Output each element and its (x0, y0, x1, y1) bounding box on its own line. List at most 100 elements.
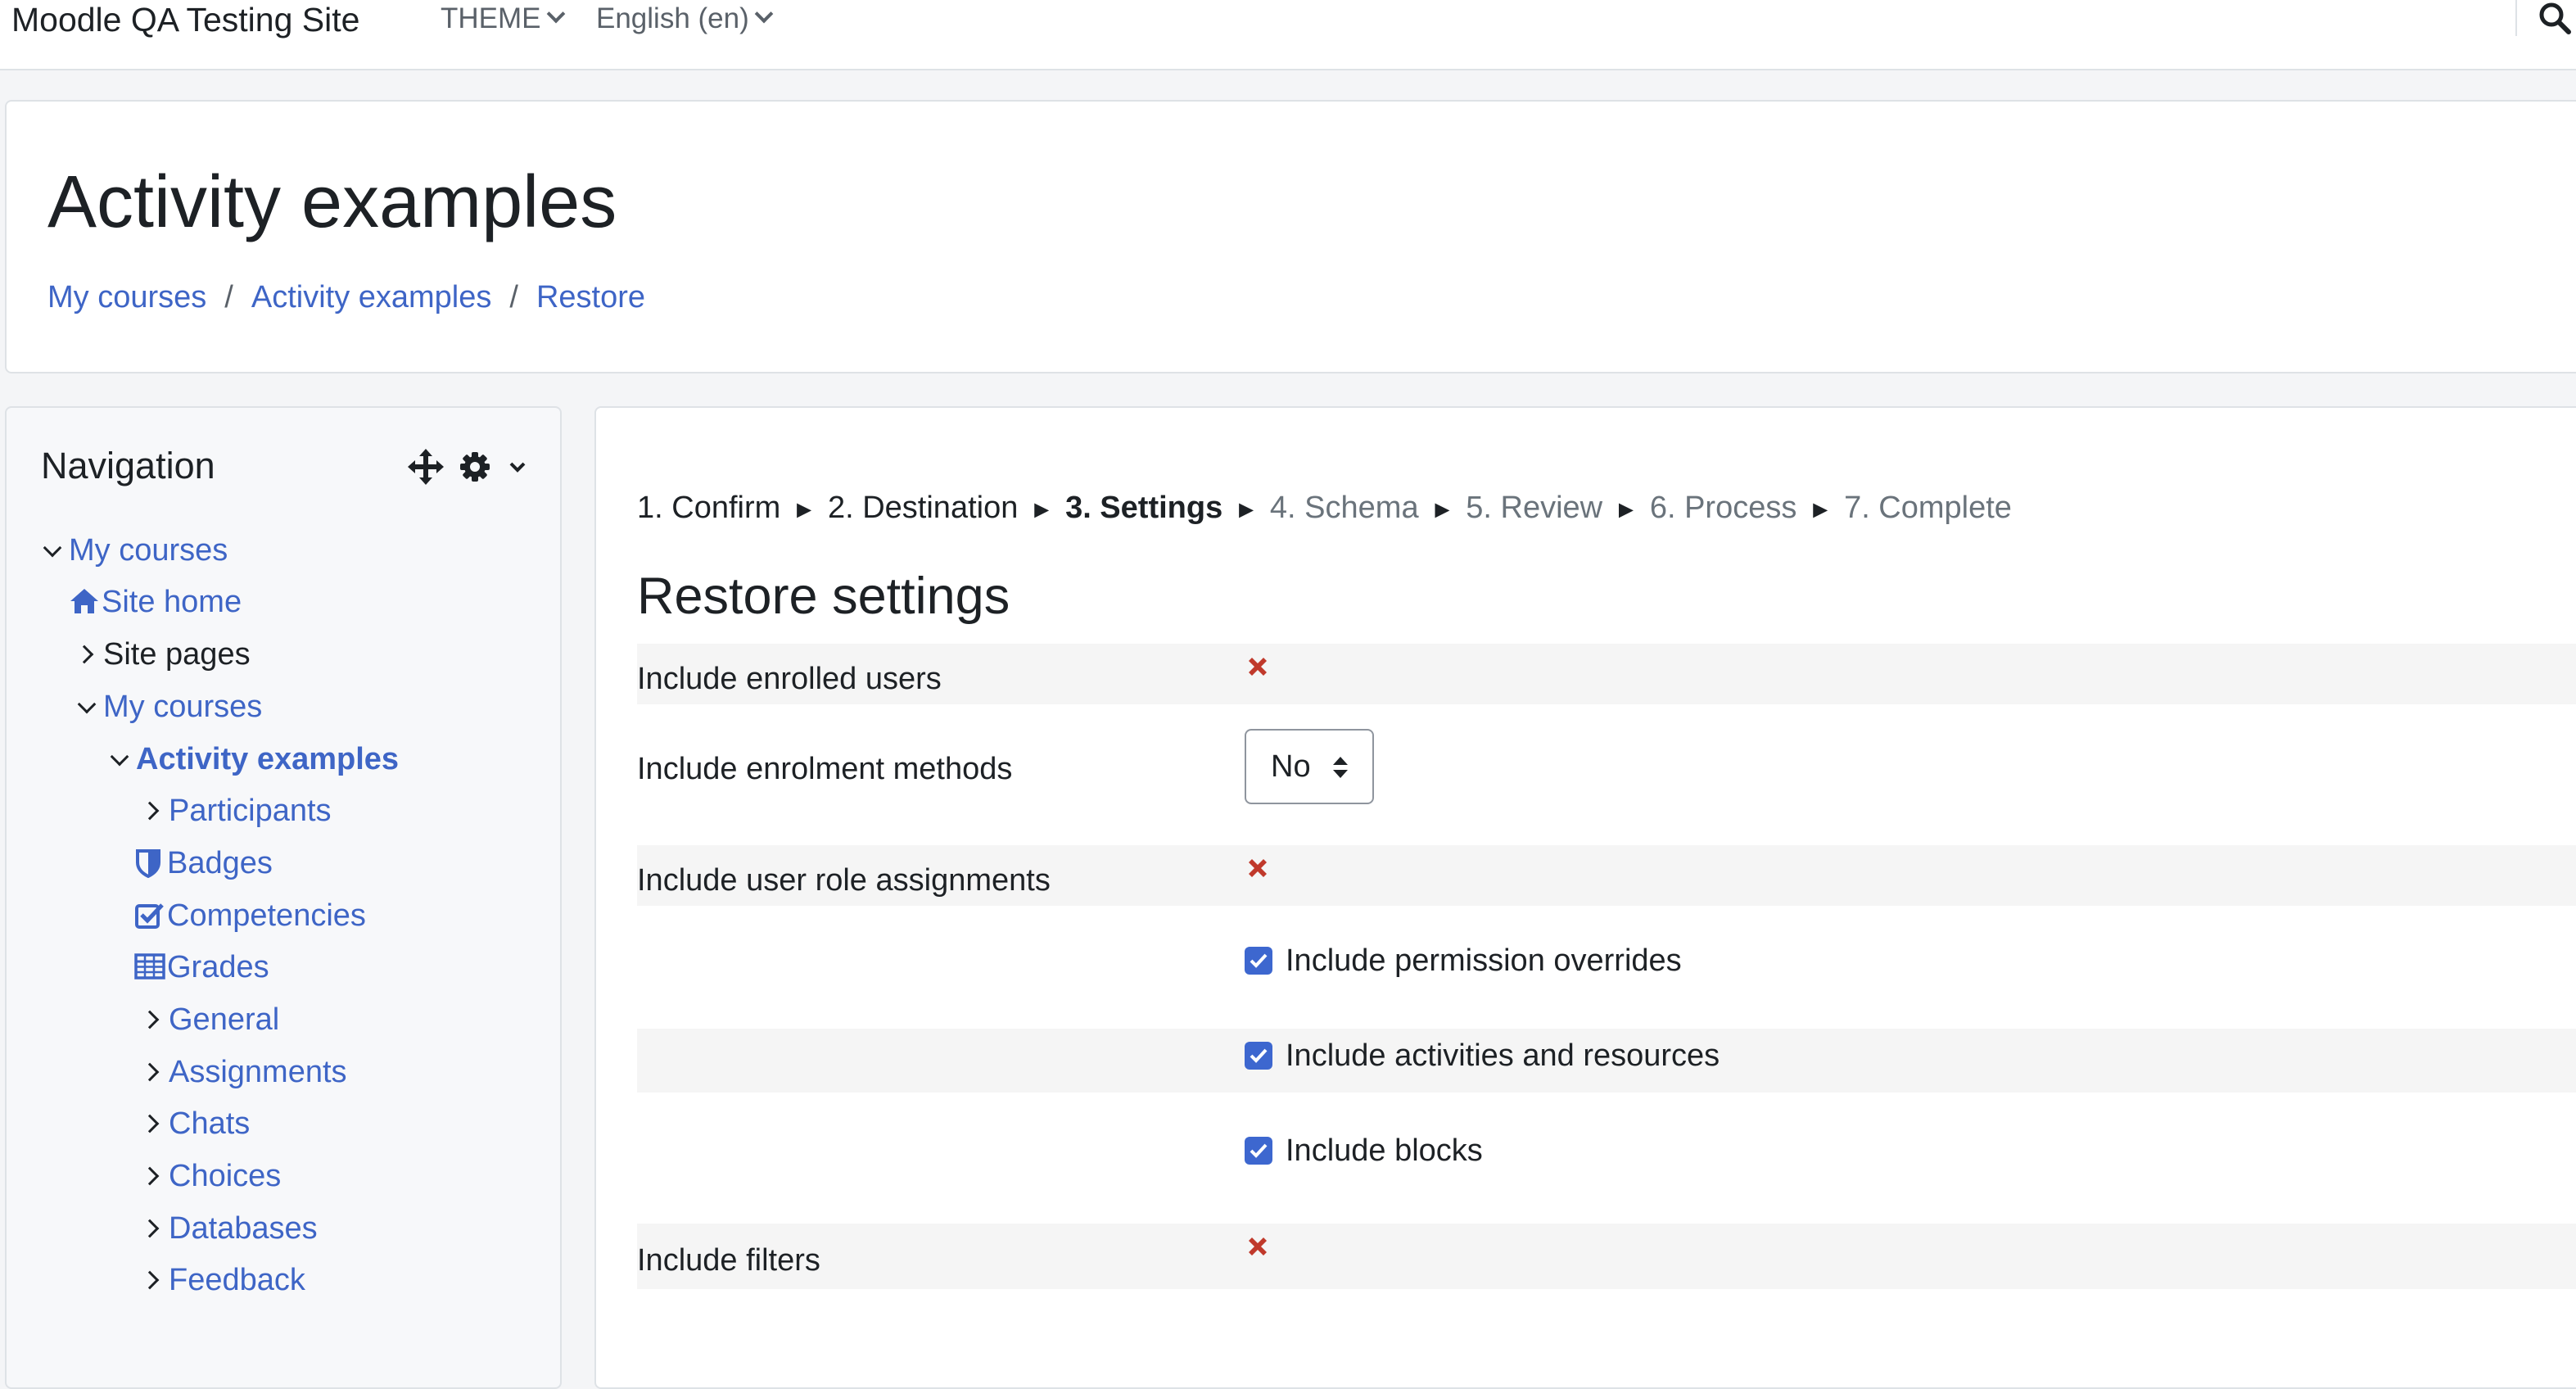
chevron-right-icon (75, 631, 103, 677)
chevron-right-icon (141, 1101, 169, 1147)
step-arrow-icon: ► (1234, 496, 1259, 523)
nav-item-activity-examples[interactable]: Activity examples (108, 736, 399, 782)
nav-item-my-courses-root[interactable]: My courses (41, 527, 228, 573)
setting-label: Include user role assignments (637, 863, 1051, 898)
chevron-down-icon[interactable] (506, 449, 529, 485)
checkbox-label[interactable]: Include blocks (1286, 1132, 1483, 1170)
nav-item-label: General (169, 1002, 280, 1037)
step-schema: 4. Schema (1269, 491, 1419, 525)
enrolment-methods-select[interactable]: No (1245, 729, 1374, 804)
language-menu-label: English (en) (596, 2, 749, 34)
nav-item-label: My courses (69, 533, 228, 568)
chevron-right-icon (141, 788, 169, 834)
nav-item-label: Site home (102, 585, 242, 619)
step-arrow-icon: ► (1029, 496, 1055, 523)
cross-icon (1245, 855, 1271, 881)
chevron-right-icon (141, 1153, 169, 1199)
nav-item-site-home[interactable]: Site home (69, 579, 242, 625)
nav-item-label: Badges (167, 846, 273, 880)
nav-item-feedback[interactable]: Feedback (141, 1257, 305, 1303)
step-complete: 7. Complete (1844, 491, 2012, 525)
chevron-right-icon (141, 1257, 169, 1303)
nav-item-competencies[interactable]: Competencies (134, 893, 366, 939)
home-icon (69, 579, 102, 625)
nav-item-chats[interactable]: Chats (141, 1101, 250, 1147)
nav-item-label: Feedback (169, 1263, 305, 1297)
nav-item-label: Assignments (169, 1055, 347, 1089)
restore-settings-heading: Restore settings (637, 568, 1010, 625)
checkbox-label[interactable]: Include permission overrides (1286, 942, 1682, 980)
setting-enrolment-methods: Include enrolment methods No (637, 717, 2576, 816)
setting-activities: Include activities and resources (637, 1029, 2576, 1093)
setting-label: Include enrolment methods (637, 752, 1013, 786)
step-arrow-icon: ► (1430, 496, 1455, 523)
navigation-title: Navigation (41, 445, 215, 486)
nav-item-label: My courses (103, 690, 263, 724)
nav-item-label: Chats (169, 1106, 251, 1141)
permission-overrides-checkbox[interactable] (1245, 947, 1272, 975)
page-title: Activity examples (47, 161, 617, 243)
gear-icon[interactable] (457, 449, 493, 485)
setting-blocks: Include blocks (637, 1096, 2576, 1219)
step-arrow-icon: ► (1808, 496, 1833, 523)
cross-icon (1245, 1233, 1271, 1260)
step-settings: 3. Settings (1065, 491, 1223, 525)
main-content: 1. Confirm ► 2. Destination ► 3. Settings ► 4.… (594, 406, 2576, 1389)
site-name[interactable]: Moodle QA Testing Site (11, 0, 359, 39)
chevron-right-icon (141, 997, 169, 1043)
nav-item-grades[interactable]: Grades (134, 944, 269, 990)
nav-item-label: Grades (167, 950, 269, 984)
table-icon (134, 944, 167, 990)
breadcrumb-restore[interactable]: Restore (536, 280, 645, 314)
step-arrow-icon: ► (1614, 496, 1638, 523)
nav-item-label: Participants (169, 794, 332, 828)
step-review: 5. Review (1466, 491, 1603, 525)
nav-item-label: Site pages (103, 637, 251, 672)
top-navbar: Moodle QA Testing Site THEME English (en… (0, 0, 2576, 70)
setting-enrolled-users: Include enrolled users (637, 644, 2576, 704)
breadcrumb-separator: / (224, 280, 233, 314)
move-icon[interactable] (408, 449, 444, 485)
step-destination: 2. Destination (827, 491, 1019, 525)
setting-role-assignments: Include user role assignments (637, 845, 2576, 906)
breadcrumb-activity-examples[interactable]: Activity examples (251, 280, 492, 314)
blocks-checkbox[interactable] (1245, 1137, 1272, 1165)
nav-item-general[interactable]: General (141, 997, 279, 1043)
nav-item-choices[interactable]: Choices (141, 1153, 281, 1199)
page-header: Activity examples My courses / Activity ex… (5, 100, 2576, 373)
language-menu[interactable]: English (en) (596, 0, 774, 38)
breadcrumb-separator: / (509, 280, 518, 314)
step-process: 6. Process (1649, 491, 1797, 525)
theme-menu-label: THEME (441, 2, 541, 34)
block-controls (408, 449, 542, 485)
nav-item-databases[interactable]: Databases (141, 1206, 318, 1251)
theme-menu[interactable]: THEME (441, 0, 565, 38)
check-square-icon (134, 893, 167, 939)
nav-item-participants[interactable]: Participants (141, 788, 332, 834)
sort-caret-icon (1333, 757, 1348, 778)
search-icon[interactable] (2538, 2, 2571, 34)
select-value: No (1271, 749, 1311, 784)
chevron-down-icon (754, 4, 774, 24)
nav-item-label: Competencies (167, 898, 366, 933)
checkbox-label[interactable]: Include activities and resources (1286, 1037, 1720, 1075)
step-confirm: 1. Confirm (637, 491, 781, 525)
nav-item-site-pages[interactable]: Site pages (75, 631, 251, 677)
setting-label: Include filters (637, 1243, 820, 1278)
nav-item-badges[interactable]: Badges (134, 840, 273, 886)
nav-item-assignments[interactable]: Assignments (141, 1049, 347, 1095)
nav-item-label: Choices (169, 1159, 282, 1193)
breadcrumb: My courses / Activity examples / Restore (47, 278, 645, 316)
restore-progress: 1. Confirm ► 2. Destination ► 3. Settings ► 4.… (637, 486, 2012, 532)
setting-filters: Include filters (637, 1224, 2576, 1289)
breadcrumb-my-courses[interactable]: My courses (47, 280, 206, 314)
cross-icon (1245, 654, 1271, 680)
nav-item-label: Activity examples (136, 742, 400, 776)
chevron-right-icon (141, 1049, 169, 1095)
chevron-right-icon (141, 1206, 169, 1251)
step-arrow-icon: ► (792, 496, 816, 523)
nav-item-my-courses[interactable]: My courses (75, 684, 262, 730)
navbar-divider (2515, 0, 2517, 36)
nav-item-label: Databases (169, 1211, 318, 1246)
activities-checkbox[interactable] (1245, 1042, 1272, 1070)
